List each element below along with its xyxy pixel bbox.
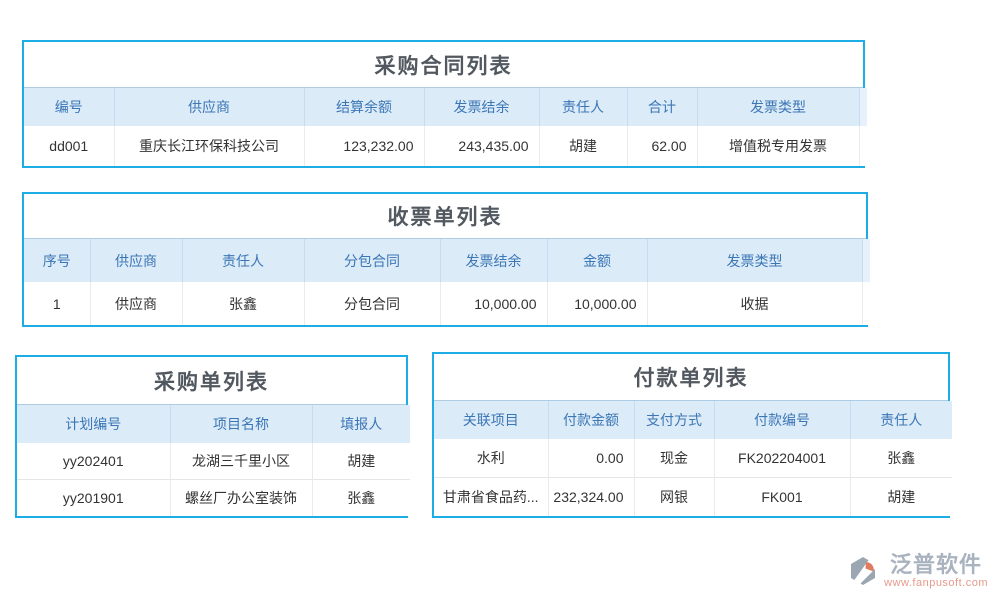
cell-payment-amount: 232,324.00 xyxy=(548,478,634,517)
cell-project-name: 龙湖三千里小区 xyxy=(170,443,312,480)
payment-order-list-title: 付款单列表 xyxy=(434,354,948,401)
fanpu-brand-name: 泛普软件 xyxy=(890,553,982,577)
cell-filler: 胡建 xyxy=(312,443,410,480)
cell-invoice-type: 收据 xyxy=(647,282,862,325)
column-header: 填报人 xyxy=(312,405,410,443)
column-header: 序号 xyxy=(24,239,90,282)
fanpu-website-url[interactable]: www.fanpusoft.com xyxy=(884,577,988,590)
cell-responsible: 胡建 xyxy=(850,478,952,517)
table-row[interactable]: yy202401 龙湖三千里小区 胡建 xyxy=(17,443,410,480)
cell-responsible: 张鑫 xyxy=(182,282,304,325)
table-row[interactable]: 甘肃省食品药... 232,324.00 网银 FK001 胡建 xyxy=(434,478,952,517)
table-row[interactable]: dd001 重庆长江环保科技公司 123,232.00 243,435.00 胡… xyxy=(24,126,867,166)
purchase-contract-list-card: 采购合同列表 编号 供应商 结算余额 发票结余 责任人 合计 发票类型 dd00… xyxy=(22,40,865,168)
column-header: 供应商 xyxy=(90,239,182,282)
header-row: 序号 供应商 责任人 分包合同 发票结余 金额 发票类型 xyxy=(24,239,870,282)
column-header: 责任人 xyxy=(539,88,627,126)
cell-amount: 10,000.00 xyxy=(547,282,647,325)
column-header: 付款金额 xyxy=(548,401,634,439)
column-header: 关联项目 xyxy=(434,401,548,439)
column-header: 付款编号 xyxy=(714,401,850,439)
fanpu-logo-link[interactable]: 泛普软件 www.fanpusoft.com xyxy=(847,553,988,590)
cell-responsible: 胡建 xyxy=(539,126,627,166)
cell-seq: 1 xyxy=(24,282,90,325)
cell-filler: 张鑫 xyxy=(312,480,410,517)
cell-invoice-balance: 243,435.00 xyxy=(424,126,539,166)
column-header: 合计 xyxy=(627,88,697,126)
table-row[interactable]: yy201901 螺丝厂办公室装饰 张鑫 xyxy=(17,480,410,517)
cell-plan-code: yy202401 xyxy=(17,443,170,480)
column-header: 发票类型 xyxy=(647,239,862,282)
header-row: 关联项目 付款金额 支付方式 付款编号 责任人 xyxy=(434,401,952,439)
cell-payment-method: 现金 xyxy=(634,439,714,478)
cell-payment-code: FK202204001 xyxy=(714,439,850,478)
cell-code: dd001 xyxy=(24,126,114,166)
cell-supplier: 供应商 xyxy=(90,282,182,325)
scrollbar-gutter xyxy=(862,282,870,325)
receipt-table: 序号 供应商 责任人 分包合同 发票结余 金额 发票类型 1 供应商 张鑫 分包… xyxy=(24,239,870,325)
cell-plan-code: yy201901 xyxy=(17,480,170,517)
cell-settlement-balance: 123,232.00 xyxy=(304,126,424,166)
scrollbar-gutter xyxy=(859,126,867,166)
purchase-order-list-title: 采购单列表 xyxy=(17,357,406,405)
cell-responsible: 张鑫 xyxy=(850,439,952,478)
cell-invoice-type: 增值税专用发票 xyxy=(697,126,859,166)
column-header: 发票类型 xyxy=(697,88,859,126)
cell-subcontract: 分包合同 xyxy=(304,282,440,325)
cell-related-project: 水利 xyxy=(434,439,548,478)
cell-payment-method: 网银 xyxy=(634,478,714,517)
column-header: 责任人 xyxy=(850,401,952,439)
purchase-order-list-card: 采购单列表 计划编号 项目名称 填报人 yy202401 龙湖三千里小区 胡建 … xyxy=(15,355,408,518)
column-header: 支付方式 xyxy=(634,401,714,439)
cell-payment-code: FK001 xyxy=(714,478,850,517)
column-header: 发票结余 xyxy=(440,239,547,282)
receipt-list-card: 收票单列表 序号 供应商 责任人 分包合同 发票结余 金额 发票类型 1 供应商 xyxy=(22,192,868,327)
header-row: 编号 供应商 结算余额 发票结余 责任人 合计 发票类型 xyxy=(24,88,867,126)
column-header: 供应商 xyxy=(114,88,304,126)
scrollbar-gutter xyxy=(862,239,870,282)
column-header: 编号 xyxy=(24,88,114,126)
cell-project-name: 螺丝厂办公室装饰 xyxy=(170,480,312,517)
payment-order-table: 关联项目 付款金额 支付方式 付款编号 责任人 水利 0.00 现金 FK202… xyxy=(434,401,952,516)
cell-payment-amount: 0.00 xyxy=(548,439,634,478)
cell-total: 62.00 xyxy=(627,126,697,166)
purchase-order-table: 计划编号 项目名称 填报人 yy202401 龙湖三千里小区 胡建 yy2019… xyxy=(17,405,410,516)
column-header: 分包合同 xyxy=(304,239,440,282)
scrollbar-gutter xyxy=(859,88,867,126)
column-header: 发票结余 xyxy=(424,88,539,126)
fanpu-logo-text: 泛普软件 www.fanpusoft.com xyxy=(884,553,988,590)
header-row: 计划编号 项目名称 填报人 xyxy=(17,405,410,443)
column-header: 项目名称 xyxy=(170,405,312,443)
cell-invoice-balance: 10,000.00 xyxy=(440,282,547,325)
column-header: 金额 xyxy=(547,239,647,282)
cell-related-project: 甘肃省食品药... xyxy=(434,478,548,517)
table-row[interactable]: 水利 0.00 现金 FK202204001 张鑫 xyxy=(434,439,952,478)
fanpu-logo-icon xyxy=(847,555,879,587)
table-row[interactable]: 1 供应商 张鑫 分包合同 10,000.00 10,000.00 收据 xyxy=(24,282,870,325)
purchase-contract-table: 编号 供应商 结算余额 发票结余 责任人 合计 发票类型 dd001 重庆长江环… xyxy=(24,88,867,166)
column-header: 计划编号 xyxy=(17,405,170,443)
receipt-list-title: 收票单列表 xyxy=(24,194,866,239)
column-header: 责任人 xyxy=(182,239,304,282)
cell-supplier: 重庆长江环保科技公司 xyxy=(114,126,304,166)
purchase-contract-list-title: 采购合同列表 xyxy=(24,42,863,88)
payment-order-list-card: 付款单列表 关联项目 付款金额 支付方式 付款编号 责任人 水利 0.00 现金… xyxy=(432,352,950,518)
column-header: 结算余额 xyxy=(304,88,424,126)
